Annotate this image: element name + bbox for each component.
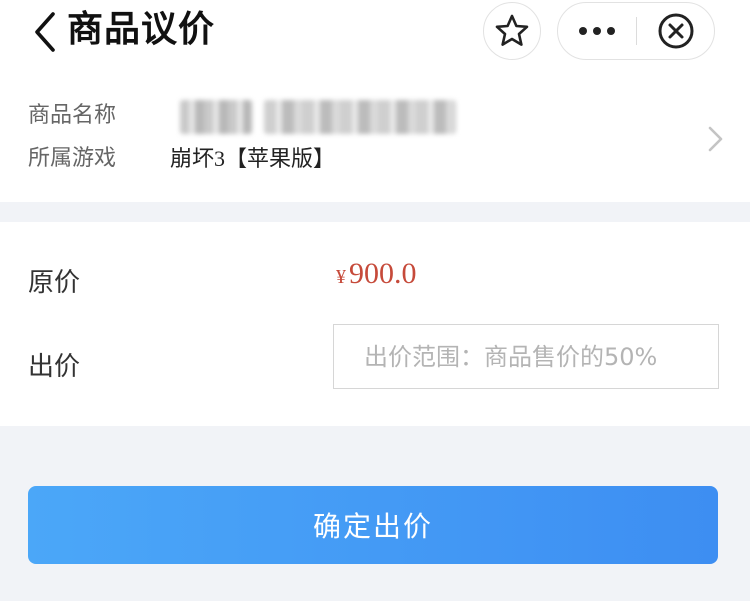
- chevron-left-icon: [35, 12, 55, 52]
- nav-bar: 商品议价: [0, 0, 750, 74]
- close-circle-icon: [658, 13, 694, 49]
- bid-label: 出价: [28, 352, 81, 382]
- star-icon: [495, 14, 529, 46]
- game-value: 崩坏3【苹果版】: [170, 146, 336, 171]
- more-dots-icon: [579, 27, 615, 35]
- more-button[interactable]: [558, 3, 636, 59]
- back-button[interactable]: [26, 4, 66, 56]
- favorite-button[interactable]: [483, 2, 541, 60]
- confirm-bid-button[interactable]: 确定出价: [28, 486, 718, 564]
- close-button[interactable]: [637, 3, 715, 59]
- product-name-label: 商品名称: [28, 103, 117, 128]
- original-price-value: 900.0: [349, 257, 417, 290]
- bid-form-card: 原价 ¥900.0 出价: [0, 222, 750, 426]
- original-price-label: 原价: [28, 268, 81, 298]
- product-info-card[interactable]: 商品名称 所属游戏 崩坏3【苹果版】: [0, 74, 750, 202]
- chevron-right-icon: [708, 126, 723, 152]
- game-label: 所属游戏: [28, 146, 117, 171]
- original-price: ¥900.0: [336, 254, 417, 299]
- bid-price-input[interactable]: [333, 324, 719, 389]
- product-name-redacted: [264, 100, 456, 134]
- mini-program-capsule: [557, 2, 715, 60]
- page-title: 商品议价: [67, 9, 216, 50]
- currency-symbol: ¥: [336, 266, 346, 288]
- product-name-redacted: [180, 100, 252, 134]
